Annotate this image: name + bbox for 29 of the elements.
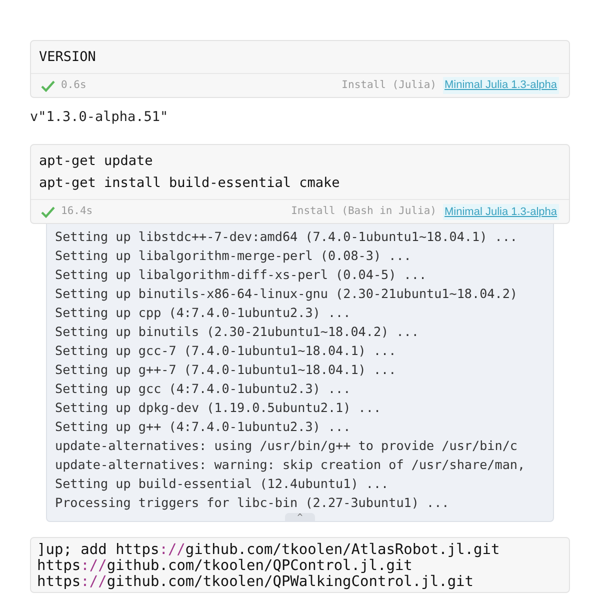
collapse-button[interactable]: ^ bbox=[285, 513, 315, 522]
output-text: v"1.3.0-alpha.51" bbox=[30, 108, 168, 127]
log-line: Setting up build-essential (12.4ubuntu1) ... bbox=[55, 475, 389, 494]
log-line: Processing triggers for libc-bin (2.27-3ubuntu1) ... bbox=[55, 494, 450, 512]
code-line: https://github.com/tkoolen/QPControl.jl.git bbox=[37, 558, 412, 574]
run-time: 0.6s bbox=[61, 78, 86, 93]
log-line: Setting up binutils (2.30-21ubuntu1~18.04.2) ... bbox=[55, 323, 419, 342]
runner-label: Install (Julia) bbox=[342, 78, 436, 93]
log-line: Setting up gcc (4:7.4.0-1ubuntu2.3) ... bbox=[55, 380, 351, 398]
code-line: VERSION bbox=[39, 48, 96, 67]
code-line: apt-get install build-essential cmake bbox=[39, 174, 340, 194]
code-line: https://github.com/tkoolen/QPWalkingControl.jl.git bbox=[37, 574, 474, 590]
log-line: Setting up libalgorithm-diff-xs-perl (0.04-5) ... bbox=[55, 266, 427, 284]
code-line: ]up; add https://github.com/tkoolen/AtlasRobot.jl.git bbox=[37, 542, 500, 558]
log-line: Setting up libstdc++-7-dev:amd64 (7.4.0-1ubuntu1~18.04.1) ... bbox=[55, 228, 518, 246]
log-line: Setting up g++ (4:7.4.0-1ubuntu2.3) ... bbox=[55, 418, 351, 436]
log-line: Setting up gcc-7 (7.4.0-1ubuntu1~18.04.1) ... bbox=[55, 342, 396, 360]
run-time: 16.4s bbox=[61, 204, 93, 219]
log-line: update-alternatives: using /usr/bin/g++ to provide /usr/bin/c bbox=[55, 437, 518, 456]
log-line: Setting up dpkg-dev (1.19.0.5ubuntu2.1) ... bbox=[55, 399, 382, 418]
log-line: Setting up libalgorithm-merge-perl (0.08-3) ... bbox=[55, 247, 412, 266]
code-line: apt-get update bbox=[39, 152, 153, 172]
environment-link[interactable]: Minimal Julia 1.3-alpha bbox=[442, 77, 559, 94]
runner-label: Install (Bash in Julia) bbox=[291, 204, 436, 219]
log-line: Setting up g++-7 (7.4.0-1ubuntu1~18.04.1) ... bbox=[55, 361, 396, 380]
log-line: Setting up cpp (4:7.4.0-1ubuntu2.3) ... bbox=[55, 304, 351, 322]
log-line: Setting up binutils-x86-64-linux-gnu (2.30-21ubuntu1~18.04.2) bbox=[55, 285, 518, 304]
log-line: update-alternatives: warning: skip creation of /usr/share/man, bbox=[55, 456, 526, 474]
environment-link[interactable]: Minimal Julia 1.3-alpha bbox=[442, 204, 559, 220]
